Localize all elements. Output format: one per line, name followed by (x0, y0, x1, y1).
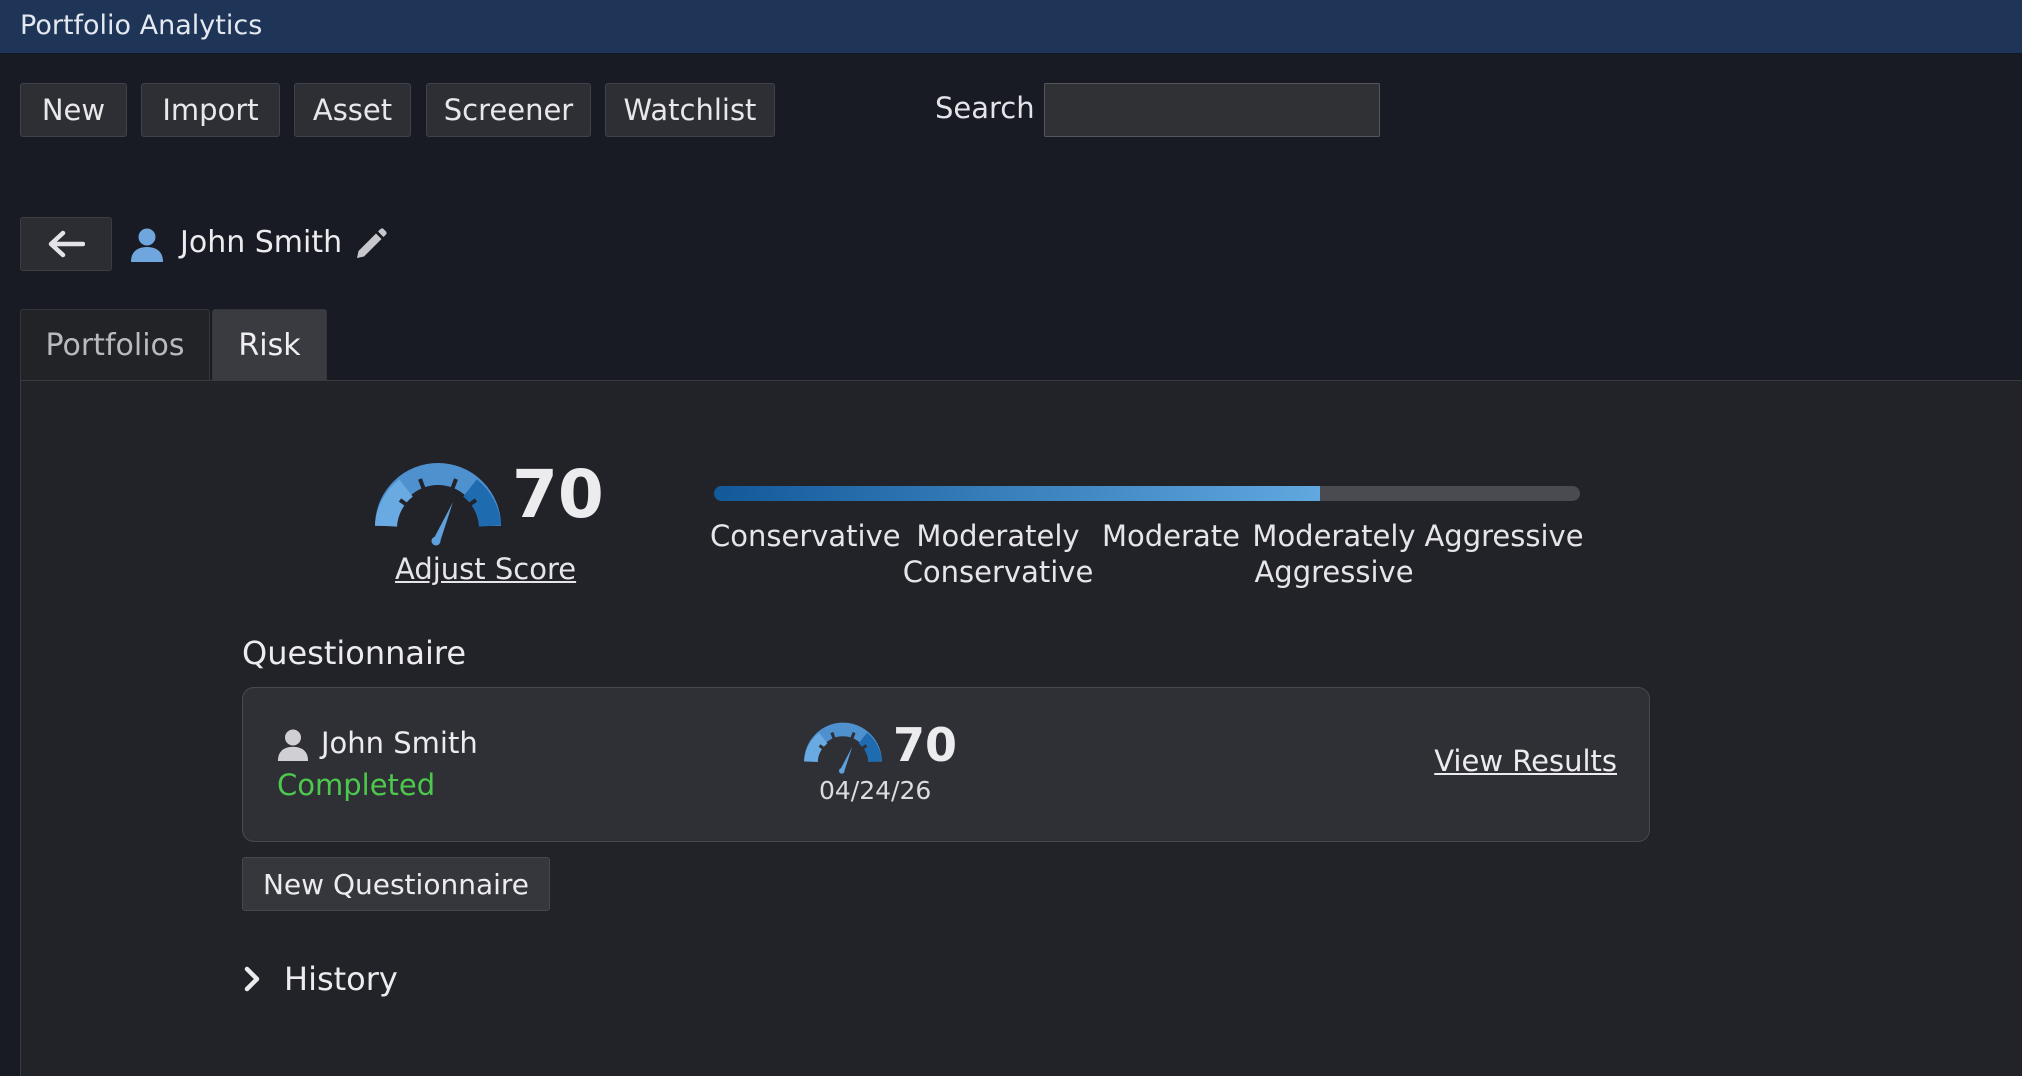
watchlist-button[interactable]: Watchlist (605, 83, 775, 137)
scale-label-moderate: Moderate (1100, 518, 1242, 554)
pencil-icon[interactable] (354, 227, 388, 261)
import-button[interactable]: Import (141, 83, 280, 137)
title-bar: Portfolio Analytics (0, 0, 2022, 54)
scale-label-line: Moderately (1252, 519, 1416, 553)
speedometer-icon (375, 463, 501, 546)
client-name: John Smith (180, 225, 343, 260)
arrow-left-icon (48, 230, 85, 258)
scale-label-line: Moderately (916, 519, 1080, 553)
scale-label-line: Moderate (1102, 519, 1240, 553)
asset-button[interactable]: Asset (294, 83, 411, 137)
questionnaire-card: John Smith Completed 70 04/24/26 View Re… (242, 687, 1650, 842)
speedometer-icon (804, 722, 882, 774)
scale-label-line: Conservative (902, 555, 1094, 589)
new-button[interactable]: New (20, 83, 127, 137)
tab-risk-label: Risk (238, 328, 301, 363)
risk-scale-fill (714, 486, 1321, 501)
view-results-link[interactable]: View Results (1434, 744, 1617, 778)
history-label: History (284, 960, 398, 998)
status-badge: Completed (277, 768, 436, 802)
tab-portfolios-label: Portfolios (45, 328, 185, 363)
history-toggle[interactable]: History (242, 955, 398, 1003)
scale-label-moderately-aggressive: Moderately Aggressive (1244, 518, 1424, 590)
scale-label-moderately-conservative: Moderately Conservative (898, 518, 1098, 590)
scale-label-line: Aggressive (1254, 555, 1414, 589)
scale-label-line: Aggressive (1424, 519, 1584, 553)
screener-button[interactable]: Screener (426, 83, 591, 137)
new-questionnaire-button[interactable]: New Questionnaire (242, 857, 550, 911)
questionnaire-score: 70 (893, 718, 958, 772)
risk-score: 70 (512, 456, 604, 533)
scale-label-conservative: Conservative (710, 518, 901, 554)
tab-risk[interactable]: Risk (212, 309, 327, 381)
questionnaire-date: 04/24/26 (819, 776, 932, 805)
scale-label-line: Conservative (710, 519, 901, 553)
user-icon (131, 228, 163, 262)
back-button[interactable] (20, 217, 112, 271)
scale-label-aggressive: Aggressive (1424, 518, 1584, 554)
search-input[interactable] (1044, 83, 1380, 137)
user-icon (277, 729, 309, 761)
risk-scale-bar (714, 486, 1580, 501)
questionnaire-client-name: John Smith (321, 726, 478, 760)
questionnaire-title: Questionnaire (242, 634, 467, 672)
app-title: Portfolio Analytics (20, 10, 263, 41)
tab-portfolios[interactable]: Portfolios (20, 309, 210, 381)
chevron-right-icon (244, 966, 260, 992)
search-label: Search (935, 91, 1035, 125)
adjust-score-link[interactable]: Adjust Score (395, 552, 576, 586)
